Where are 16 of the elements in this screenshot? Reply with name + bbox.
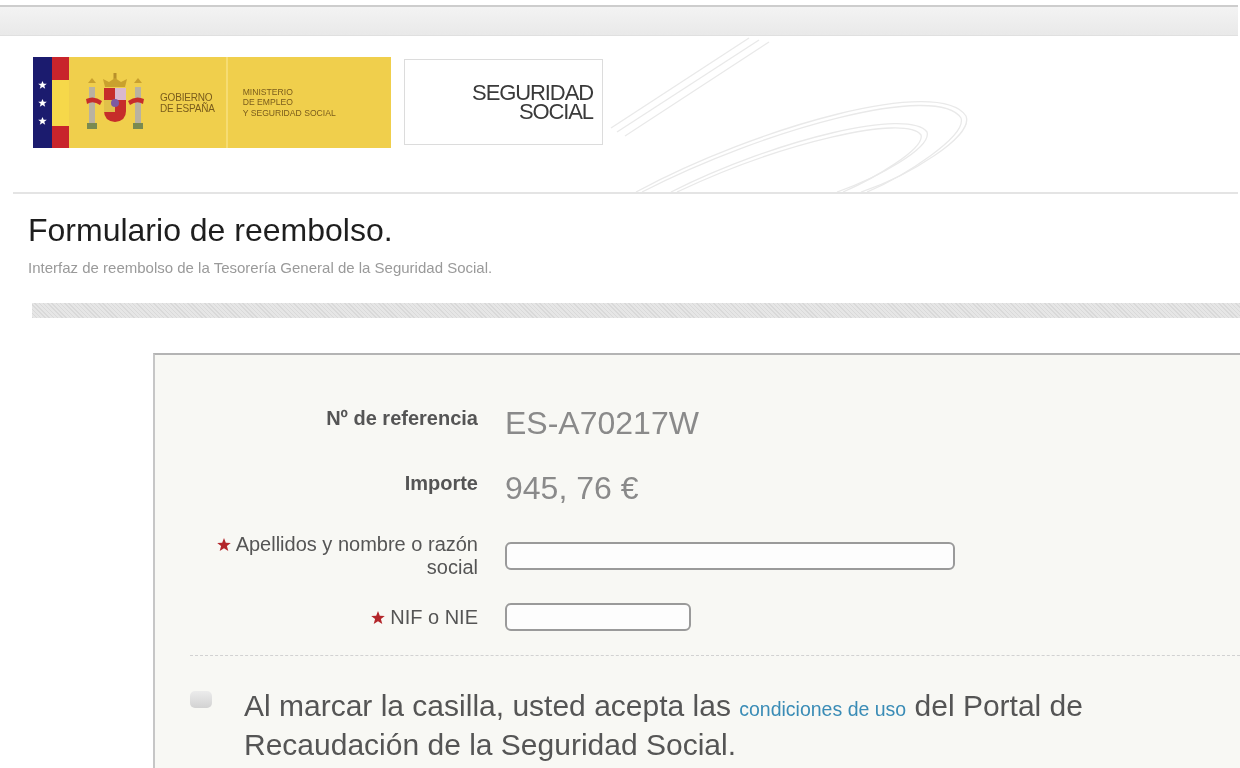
page-title: Formulario de reembolso. xyxy=(28,211,394,249)
field-value: ES-A70217W xyxy=(505,404,699,443)
text-field[interactable] xyxy=(505,542,955,570)
field-label: Importe xyxy=(404,472,478,494)
field-label: NIF o NIE xyxy=(390,605,478,628)
checkbox[interactable] xyxy=(190,691,212,708)
text-field[interactable] xyxy=(505,603,691,631)
field-value: 945, 76 € xyxy=(505,469,639,508)
agency-name: SEGURIDAD SOCIAL xyxy=(472,83,593,121)
field-label: Apellidos y nombre o razón social xyxy=(235,533,478,578)
page-subtitle: Interfaz de reembolso de la Tesorería General de la Seguridad Social. xyxy=(28,259,494,277)
government-name: GOBIERNO DE ESPAÑA xyxy=(160,91,215,114)
field-label: Nº de referencia xyxy=(326,407,478,429)
consent-text: Al marcar la casilla, usted acepta las condiciones de uso del Portal de Recaudación de la Seguridad Social. xyxy=(244,688,1084,763)
terms-link[interactable]: condiciones de uso xyxy=(739,698,907,720)
ministry-name: MINISTERIO DE EMPLEO Y SEGURIDAD SOCIAL xyxy=(242,86,336,119)
